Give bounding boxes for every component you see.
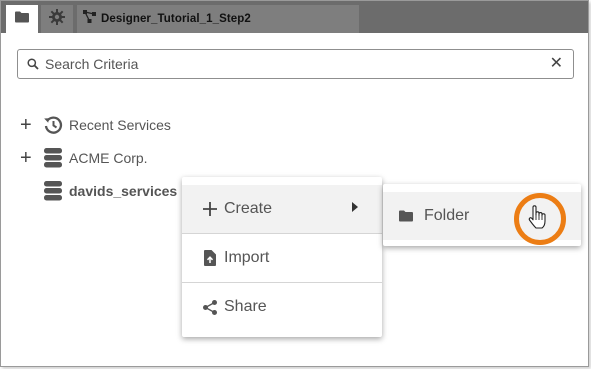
search-icon <box>27 58 39 70</box>
hand-cursor-icon <box>528 205 548 234</box>
clear-search-icon[interactable]: ✕ <box>550 56 563 72</box>
menu-item-create[interactable]: Create <box>182 185 382 233</box>
file-upload-icon <box>200 250 220 266</box>
tree-item-label: Recent Services <box>69 117 171 133</box>
search-input[interactable] <box>45 56 525 72</box>
tab-bar: Designer_Tutorial_1_Step2 <box>1 1 588 33</box>
tree-item-label: ACME Corp. <box>69 150 148 166</box>
menu-item-label: Create <box>224 200 273 217</box>
expand-icon[interactable]: + <box>20 115 34 135</box>
menu-item-import[interactable]: Import <box>182 234 382 282</box>
tree-item-acme-corp[interactable]: + ACME Corp. <box>20 147 148 169</box>
context-menu: Create Import Share <box>182 177 382 337</box>
tab-folder[interactable] <box>6 5 38 33</box>
tree-item-recent-services[interactable]: + Recent Services <box>20 114 171 136</box>
menu-item-share[interactable]: Share <box>182 283 382 331</box>
tree-item-davids-services[interactable]: davids_services <box>42 180 177 202</box>
tab-settings[interactable] <box>41 5 73 33</box>
menu-item-label: Import <box>224 249 270 266</box>
database-icon <box>42 148 64 168</box>
tree-item-label: davids_services <box>69 183 178 199</box>
share-icon <box>200 299 220 315</box>
menu-item-label: Share <box>224 298 267 315</box>
tab-designer[interactable]: Designer_Tutorial_1_Step2 <box>77 5 359 33</box>
expand-icon[interactable]: + <box>20 148 34 168</box>
tab-designer-label: Designer_Tutorial_1_Step2 <box>101 13 251 25</box>
folder-icon <box>397 210 415 222</box>
folder-icon <box>15 10 29 28</box>
history-icon <box>42 115 64 135</box>
workflow-icon <box>83 10 96 28</box>
database-icon <box>42 181 64 201</box>
gear-icon <box>49 8 65 30</box>
submenu-arrow-icon <box>352 202 358 212</box>
search-box: ✕ <box>17 49 574 79</box>
menu-item-label: Folder <box>424 207 470 224</box>
plus-icon <box>200 202 220 216</box>
